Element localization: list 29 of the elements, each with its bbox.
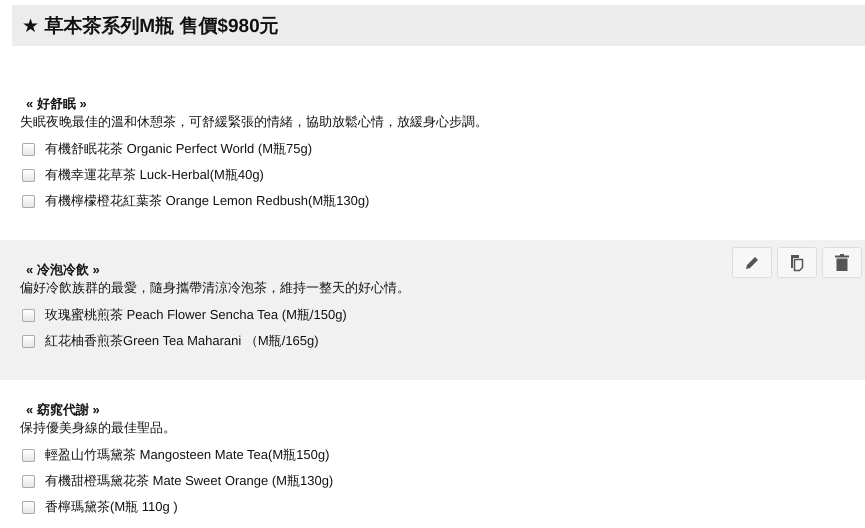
item-label: 香檸瑪黛茶(M瓶 110g ): [45, 498, 178, 516]
item-label: 有機檸檬橙花紅葉茶 Orange Lemon Redbush(M瓶130g): [45, 192, 370, 210]
checkbox[interactable]: [22, 194, 35, 208]
trash-icon: [835, 254, 849, 271]
section-description: 保持優美身線的最佳聖品。: [20, 419, 177, 437]
item-label: 紅花柚香煎茶Green Tea Maharani （M瓶/165g): [45, 332, 319, 350]
checkbox[interactable]: [22, 500, 35, 514]
pencil-icon: [744, 254, 760, 270]
checkbox[interactable]: [22, 168, 35, 182]
section-description: 偏好冷飲族群的最愛，隨身攜帶清涼冷泡茶，維持一整天的好心情。: [20, 279, 411, 297]
checkbox[interactable]: [22, 474, 35, 488]
checkbox[interactable]: [22, 308, 35, 322]
section-description: 失眠夜晚最佳的溫和休憩茶，可舒緩緊張的情緒，協助放鬆心情，放緩身心步調。: [20, 113, 489, 131]
item-label: 有機甜橙瑪黛花茶 Mate Sweet Orange (M瓶130g): [45, 472, 334, 490]
copy-button[interactable]: [777, 247, 817, 278]
section-title: « 冷泡冷飲 »: [26, 262, 100, 278]
item-label: 輕盈山竹瑪黛茶 Mangosteen Mate Tea(M瓶150g): [45, 446, 330, 464]
item-label: 玫瑰蜜桃煎茶 Peach Flower Sencha Tea (M瓶/150g): [45, 306, 347, 324]
checkbox[interactable]: [22, 142, 35, 156]
item-label: 有機舒眠花茶 Organic Perfect World (M瓶75g): [45, 140, 312, 158]
edit-button[interactable]: [732, 247, 772, 278]
item-label: 有機幸運花草茶 Luck-Herbal(M瓶40g): [45, 166, 264, 184]
section-title: « 好舒眠 »: [26, 96, 87, 112]
checkbox[interactable]: [22, 334, 35, 348]
section-title: « 窈窕代謝 »: [26, 402, 100, 418]
page-title: ★ 草本茶系列M瓶 售價$980元: [12, 5, 865, 46]
delete-button[interactable]: [822, 247, 862, 278]
checkbox[interactable]: [22, 448, 35, 462]
copy-icon: [789, 254, 805, 272]
